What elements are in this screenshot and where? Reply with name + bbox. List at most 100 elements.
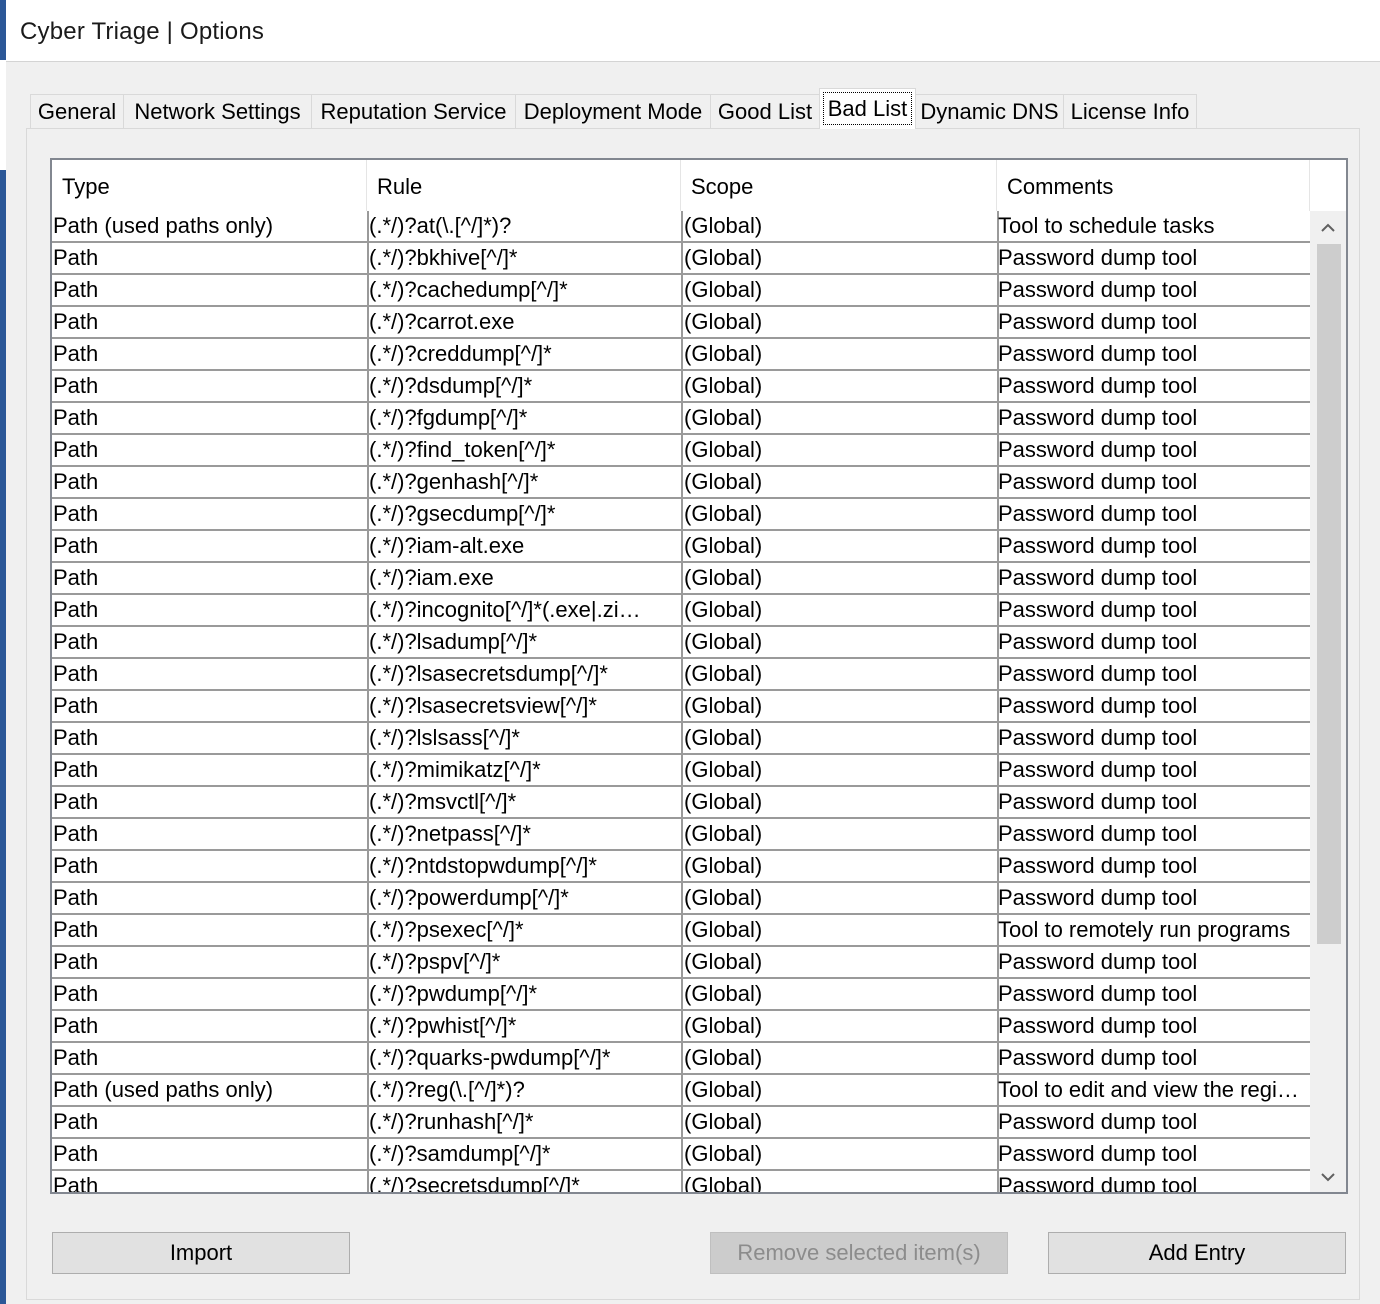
column-header-type[interactable]: Type: [52, 160, 367, 211]
cell-scope: (Global): [681, 275, 999, 307]
cell-comments: Password dump tool: [997, 947, 1313, 979]
vertical-scrollbar[interactable]: [1310, 211, 1346, 1192]
cell-rule: (.*/)?creddump[^/]*: [367, 339, 683, 371]
table-row[interactable]: Path (.*/)?psexec[^/]* (Global) Tool to rem…: [52, 915, 1313, 947]
cell-rule: (.*/)?samdump[^/]*: [367, 1139, 683, 1171]
cell-scope: (Global): [681, 1171, 999, 1192]
table-row[interactable]: Path (.*/)?samdump[^/]* (Global) Password d…: [52, 1139, 1313, 1171]
remove-selected-button[interactable]: Remove selected item(s): [710, 1232, 1008, 1274]
cell-comments: Password dump tool: [997, 1011, 1313, 1043]
cell-type: Path: [52, 531, 369, 563]
table-row[interactable]: Path (.*/)?carrot.exe (Global) Password dum…: [52, 307, 1313, 339]
table-row[interactable]: Path (.*/)?cachedump[^/]* (Global) Password…: [52, 275, 1313, 307]
cell-scope: (Global): [681, 467, 999, 499]
table-row[interactable]: Path (.*/)?dsdump[^/]* (Global) Password du…: [52, 371, 1313, 403]
cell-comments: Password dump tool: [997, 883, 1313, 915]
table-row[interactable]: Path (.*/)?ntdstopwdump[^/]* (Global) Passw…: [52, 851, 1313, 883]
table-row[interactable]: Path (.*/)?runhash[^/]* (Global) Password d…: [52, 1107, 1313, 1139]
table-row[interactable]: Path (.*/)?incognito[^/]*(.exe|.zi… (Globa…: [52, 595, 1313, 627]
cell-type: Path: [52, 467, 369, 499]
tab-label: Bad List: [827, 96, 908, 121]
cell-comments: Password dump tool: [997, 851, 1313, 883]
cell-comments: Password dump tool: [997, 243, 1313, 275]
table-row[interactable]: Path (.*/)?lsasecretsdump[^/]* (Global) Pas…: [52, 659, 1313, 691]
table-row[interactable]: Path (.*/)?iam-alt.exe (Global) Password du…: [52, 531, 1313, 563]
table-row[interactable]: Path (.*/)?quarks-pwdump[^/]* (Global) Pass…: [52, 1043, 1313, 1075]
tab-network-settings[interactable]: Network Settings: [123, 94, 312, 128]
tab-label: Deployment Mode: [523, 99, 703, 124]
options-dialog: General Network Settings Reputation Serv…: [6, 62, 1380, 1304]
cell-comments: Tool to edit and view the regi…: [997, 1075, 1313, 1107]
tab-license-info[interactable]: License Info: [1063, 94, 1197, 128]
table-row[interactable]: Path (.*/)?powerdump[^/]* (Global) Password…: [52, 883, 1313, 915]
table-row[interactable]: Path (.*/)?netpass[^/]* (Global) Password d…: [52, 819, 1313, 851]
cell-scope: (Global): [681, 1043, 999, 1075]
table-row[interactable]: Path (.*/)?pwdump[^/]* (Global) Password du…: [52, 979, 1313, 1011]
table-row[interactable]: Path (.*/)?pspv[^/]* (Global) Password dump…: [52, 947, 1313, 979]
chevron-down-icon[interactable]: [1310, 1160, 1346, 1192]
chevron-up-icon[interactable]: [1310, 211, 1346, 243]
table-row[interactable]: Path (.*/)?msvctl[^/]* (Global) Password du…: [52, 787, 1313, 819]
cell-type: Path: [52, 851, 369, 883]
cell-scope: (Global): [681, 211, 999, 243]
tab-label: License Info: [1070, 99, 1190, 124]
tab-dynamic-dns[interactable]: Dynamic DNS: [915, 94, 1064, 128]
table-row[interactable]: Path (.*/)?lslsass[^/]* (Global) Password d…: [52, 723, 1313, 755]
cell-type: Path: [52, 243, 369, 275]
table-row[interactable]: Path (used paths only) (.*/)?at(\.[^/]*)?…: [52, 211, 1313, 243]
cell-type: Path: [52, 915, 369, 947]
table-row[interactable]: Path (.*/)?find_token[^/]* (Global) Passwor…: [52, 435, 1313, 467]
tab-general[interactable]: General: [30, 94, 124, 128]
table-row[interactable]: Path (.*/)?genhash[^/]* (Global) Password d…: [52, 467, 1313, 499]
table-row[interactable]: Path (used paths only) (.*/)?reg(\.[^/]*)…: [52, 1075, 1313, 1107]
tab-deployment-mode[interactable]: Deployment Mode: [515, 94, 711, 128]
cell-rule: (.*/)?psexec[^/]*: [367, 915, 683, 947]
table-row[interactable]: Path (.*/)?gsecdump[^/]* (Global) Password …: [52, 499, 1313, 531]
cell-type: Path: [52, 883, 369, 915]
column-header-rule[interactable]: Rule: [367, 160, 681, 211]
table-row[interactable]: Path (.*/)?pwhist[^/]* (Global) Password du…: [52, 1011, 1313, 1043]
cell-scope: (Global): [681, 627, 999, 659]
cell-rule: (.*/)?reg(\.[^/]*)?: [367, 1075, 683, 1107]
cell-comments: Password dump tool: [997, 1171, 1313, 1192]
cell-comments: Tool to remotely run programs: [997, 915, 1313, 947]
table-row[interactable]: Path (.*/)?creddump[^/]* (Global) Password …: [52, 339, 1313, 371]
add-entry-button[interactable]: Add Entry: [1048, 1232, 1346, 1274]
cell-type: Path: [52, 1043, 369, 1075]
tab-label: General: [37, 99, 117, 124]
scrollbar-thumb[interactable]: [1317, 244, 1341, 944]
table-row[interactable]: Path (.*/)?lsasecretsview[^/]* (Global) Pas…: [52, 691, 1313, 723]
table-row[interactable]: Path (.*/)?lsadump[^/]* (Global) Password d…: [52, 627, 1313, 659]
table-row[interactable]: Path (.*/)?secretsdump[^/]* (Global) Passwo…: [52, 1171, 1313, 1192]
table-row[interactable]: Path (.*/)?iam.exe (Global) Password dump t…: [52, 563, 1313, 595]
cell-scope: (Global): [681, 691, 999, 723]
cell-scope: (Global): [681, 787, 999, 819]
cell-type: Path: [52, 339, 369, 371]
cell-rule: (.*/)?carrot.exe: [367, 307, 683, 339]
cell-type: Path: [52, 307, 369, 339]
cell-type: Path: [52, 947, 369, 979]
cell-comments: Password dump tool: [997, 531, 1313, 563]
cell-type: Path: [52, 275, 369, 307]
cell-scope: (Global): [681, 947, 999, 979]
cell-comments: Password dump tool: [997, 275, 1313, 307]
table-row[interactable]: Path (.*/)?bkhive[^/]* (Global) Password du…: [52, 243, 1313, 275]
tab-reputation-service[interactable]: Reputation Service: [311, 94, 516, 128]
cell-scope: (Global): [681, 851, 999, 883]
cell-rule: (.*/)?pwdump[^/]*: [367, 979, 683, 1011]
cell-scope: (Global): [681, 531, 999, 563]
column-header-comments[interactable]: Comments: [997, 160, 1310, 211]
tab-label: Dynamic DNS: [920, 99, 1059, 124]
column-header-scope[interactable]: Scope: [681, 160, 997, 211]
table-row[interactable]: Path (.*/)?mimikatz[^/]* (Global) Password …: [52, 755, 1313, 787]
cell-comments: Password dump tool: [997, 787, 1313, 819]
bad-list-table[interactable]: Type Rule Scope Comments Path (used path…: [50, 158, 1348, 1194]
import-button[interactable]: Import: [52, 1232, 350, 1274]
tab-bad-list[interactable]: Bad List: [819, 88, 916, 129]
cell-comments: Tool to schedule tasks: [997, 211, 1313, 243]
cell-type: Path: [52, 979, 369, 1011]
table-row[interactable]: Path (.*/)?fgdump[^/]* (Global) Password du…: [52, 403, 1313, 435]
tab-good-list[interactable]: Good List: [710, 94, 820, 128]
cell-rule: (.*/)?lslsass[^/]*: [367, 723, 683, 755]
tab-label: Network Settings: [134, 99, 301, 124]
